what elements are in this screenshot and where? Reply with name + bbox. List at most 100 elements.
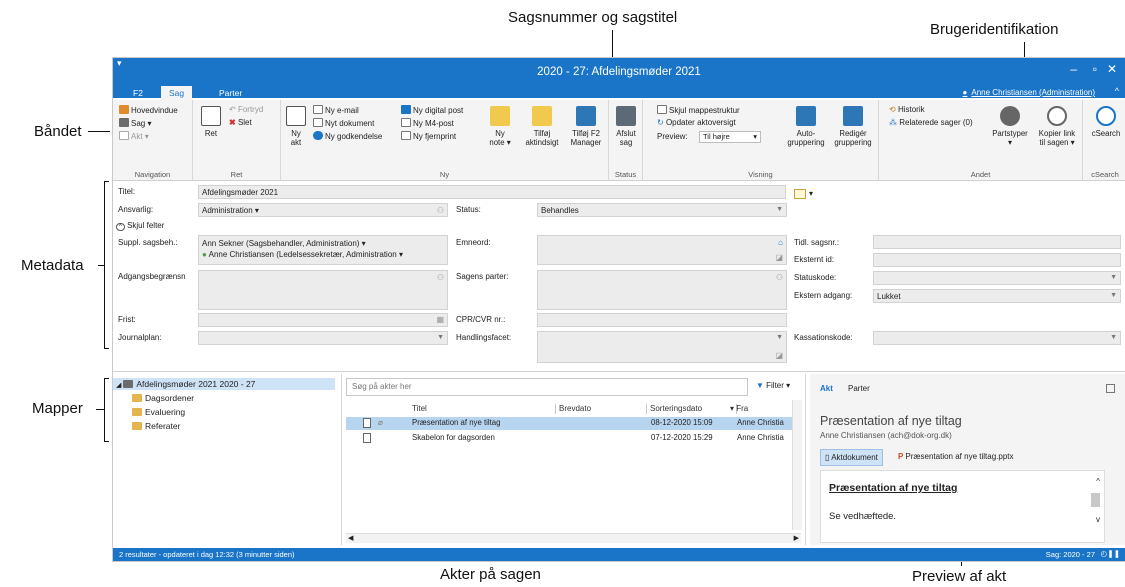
document-icon <box>363 433 371 443</box>
table-row[interactable]: ⌀ Præsentation af nye tiltag 08-12-2020 … <box>346 417 796 430</box>
new-file-button[interactable]: Nyt dokument <box>313 118 374 129</box>
new-note-dropdown[interactable]: ▾ <box>809 189 813 198</box>
new-note-icon[interactable] <box>794 189 806 199</box>
annotation-line <box>88 131 110 132</box>
add-access-button[interactable]: Tilføj aktindsigt <box>521 106 563 147</box>
status-code-field[interactable]: ▼ <box>873 271 1121 285</box>
edit-grouping-button[interactable]: Redigér gruppering <box>831 106 875 147</box>
search-input[interactable]: Søg på akter her <box>346 378 748 396</box>
parter-field[interactable]: ⚇ <box>537 270 787 310</box>
annotation-bracket <box>104 378 109 379</box>
main-window-button[interactable]: Hovedvindue <box>119 105 178 116</box>
timer-icon[interactable]: ◴ <box>1100 549 1107 558</box>
column-header-sortdato[interactable]: Sorteringsdato <box>650 404 702 413</box>
tree-node-referater[interactable]: Referater <box>129 420 183 432</box>
dropdown-arrow-icon: ▼ <box>1110 274 1117 281</box>
delete-button[interactable]: ✖ Slet <box>229 118 252 128</box>
user-link[interactable]: ● Anne Christiansen (Administration) <box>963 88 1095 97</box>
party-types-icon <box>1000 106 1020 126</box>
column-header-fra[interactable]: ▾ Fra <box>730 404 748 413</box>
group-andet: ⟲ Historik ⁂ Relaterede sager (0) Partst… <box>879 100 1083 181</box>
document-menu-button[interactable]: Akt ▾ <box>119 131 149 142</box>
table-row[interactable]: Skabelon for dagsorden 07-12-2020 15:29 … <box>346 432 796 445</box>
tree-root-node[interactable]: ◢ Afdelingsmøder 2021 2020 - 27 <box>113 378 335 390</box>
preview-tab-akt[interactable]: Akt <box>820 384 833 393</box>
document-body: Se vedhæftede. <box>829 511 897 522</box>
responsible-field[interactable]: Administration ▾ ⚇ <box>198 203 448 217</box>
new-m4-post-button[interactable]: Ny M4-post <box>401 118 454 129</box>
note-icon <box>490 106 510 126</box>
frist-field[interactable]: ▦ <box>198 313 448 327</box>
copy-link-button[interactable]: Kopier link til sagen ▾ <box>1035 106 1079 147</box>
maximize-button[interactable]: ▫ <box>1093 62 1097 76</box>
filter-button[interactable]: ▼ Filter ▾ <box>756 381 790 390</box>
undo-button[interactable]: ↶ Fortryd <box>229 105 263 115</box>
pause-icon[interactable]: ❚❚ <box>1107 549 1120 558</box>
collapse-ribbon-icon[interactable]: ^ <box>1115 86 1119 96</box>
add-f2-manager-button[interactable]: Tilføj F2 Manager <box>565 106 607 147</box>
refresh-icon: ↻ <box>657 118 666 127</box>
status-field[interactable]: Behandles ▼ <box>537 203 787 217</box>
main-document-button[interactable]: ▯ Aktdokument <box>820 449 883 466</box>
prev-caseno-field[interactable] <box>873 235 1121 249</box>
ext-access-field[interactable]: Lukket ▼ <box>873 289 1121 303</box>
csearch-button[interactable]: cSearch <box>1089 106 1123 138</box>
metadata-panel: Titel: Afdelingsmøder 2021 ▾ Ansvarlig: … <box>113 182 1125 372</box>
cpr-field[interactable] <box>537 313 787 327</box>
new-remote-print-button[interactable]: Ny fjernprint <box>401 131 456 142</box>
new-document-button[interactable]: Ny akt <box>285 106 307 147</box>
column-header-brevdato[interactable]: Brevdato <box>559 404 591 413</box>
related-cases-button[interactable]: ⁂ Relaterede sager (0) <box>889 118 973 128</box>
edit-button[interactable]: Ret <box>199 106 223 138</box>
refresh-list-button[interactable]: ↻ Opdater aktoversigt <box>657 118 736 128</box>
scroll-left-icon[interactable]: ◀ <box>348 534 353 542</box>
new-email-button[interactable]: Ny e-mail <box>313 105 359 116</box>
new-approval-button[interactable]: Ny godkendelse <box>313 131 382 142</box>
tree-node-dagsordener[interactable]: Dagsordener <box>129 392 197 404</box>
minimize-button[interactable]: – <box>1070 62 1077 76</box>
user-name[interactable]: Anne Christiansen (Administration) <box>971 88 1095 97</box>
journal-field[interactable]: ▼ <box>198 331 448 345</box>
responsible-label: Ansvarlig: <box>118 205 154 214</box>
handling-field[interactable]: ▼ ◪ <box>537 331 787 363</box>
close-button[interactable]: ✕ <box>1107 62 1117 76</box>
kassation-field[interactable]: ▼ <box>873 331 1121 345</box>
status-code-label: Statuskode: <box>794 273 837 282</box>
scroll-up-icon[interactable]: ^ <box>1096 477 1100 486</box>
annotation-bracket <box>104 348 109 349</box>
preview-select[interactable]: Til højre ▾ <box>699 131 761 143</box>
party-types-button[interactable]: Partstyper ▾ <box>989 106 1031 147</box>
history-button[interactable]: ⟲ Historik <box>889 105 925 115</box>
attachment-button[interactable]: P Præsentation af nye tiltag.pptx <box>894 449 1017 464</box>
tab-f2[interactable]: F2 <box>125 86 151 100</box>
new-digital-post-button[interactable]: Ny digital post <box>401 105 463 116</box>
title-label: Titel: <box>118 187 136 196</box>
tree-node-evaluering[interactable]: Evaluering <box>129 406 188 418</box>
auto-grouping-button[interactable]: Auto-gruppering <box>785 106 827 147</box>
emneord-field[interactable]: ⌂ ◪ <box>537 235 787 265</box>
group-ret: Ret ↶ Fortryd ✖ Slet Ret <box>193 100 281 181</box>
ext-id-field[interactable] <box>873 253 1121 267</box>
parter-label: Sagens parter: <box>456 272 509 281</box>
vertical-scrollbar[interactable] <box>792 400 802 530</box>
case-menu-button[interactable]: Sag ▾ <box>119 118 151 129</box>
edit-icon <box>201 106 221 126</box>
access-field[interactable]: ⚇ <box>198 270 448 310</box>
scrollbar-thumb[interactable] <box>1091 493 1100 507</box>
case-icon <box>119 118 129 127</box>
hide-folder-structure-button[interactable]: Skjul mappestruktur <box>657 105 740 116</box>
column-header-title[interactable]: Titel <box>412 404 427 413</box>
scroll-right-icon[interactable]: ▶ <box>794 534 799 542</box>
preview-tab-parter[interactable]: Parter <box>848 384 870 393</box>
title-field[interactable]: Afdelingsmøder 2021 <box>198 185 786 199</box>
popout-icon[interactable] <box>1106 384 1115 393</box>
hide-fields-toggle[interactable]: ^ Skjul felter <box>116 221 164 231</box>
new-note-button[interactable]: Ny note ▾ <box>483 106 517 147</box>
horizontal-scrollbar[interactable]: ◀ ▶ <box>346 533 801 543</box>
related-cases-icon: ⁂ <box>889 118 900 127</box>
tab-parter[interactable]: Parter <box>211 86 250 100</box>
scroll-down-icon[interactable]: v <box>1096 515 1100 524</box>
suppl-field[interactable]: Ann Sekner (Sagsbehandler, Administratio… <box>198 235 448 265</box>
close-case-button[interactable]: Afslut sag <box>613 106 639 147</box>
approval-icon <box>313 131 323 140</box>
